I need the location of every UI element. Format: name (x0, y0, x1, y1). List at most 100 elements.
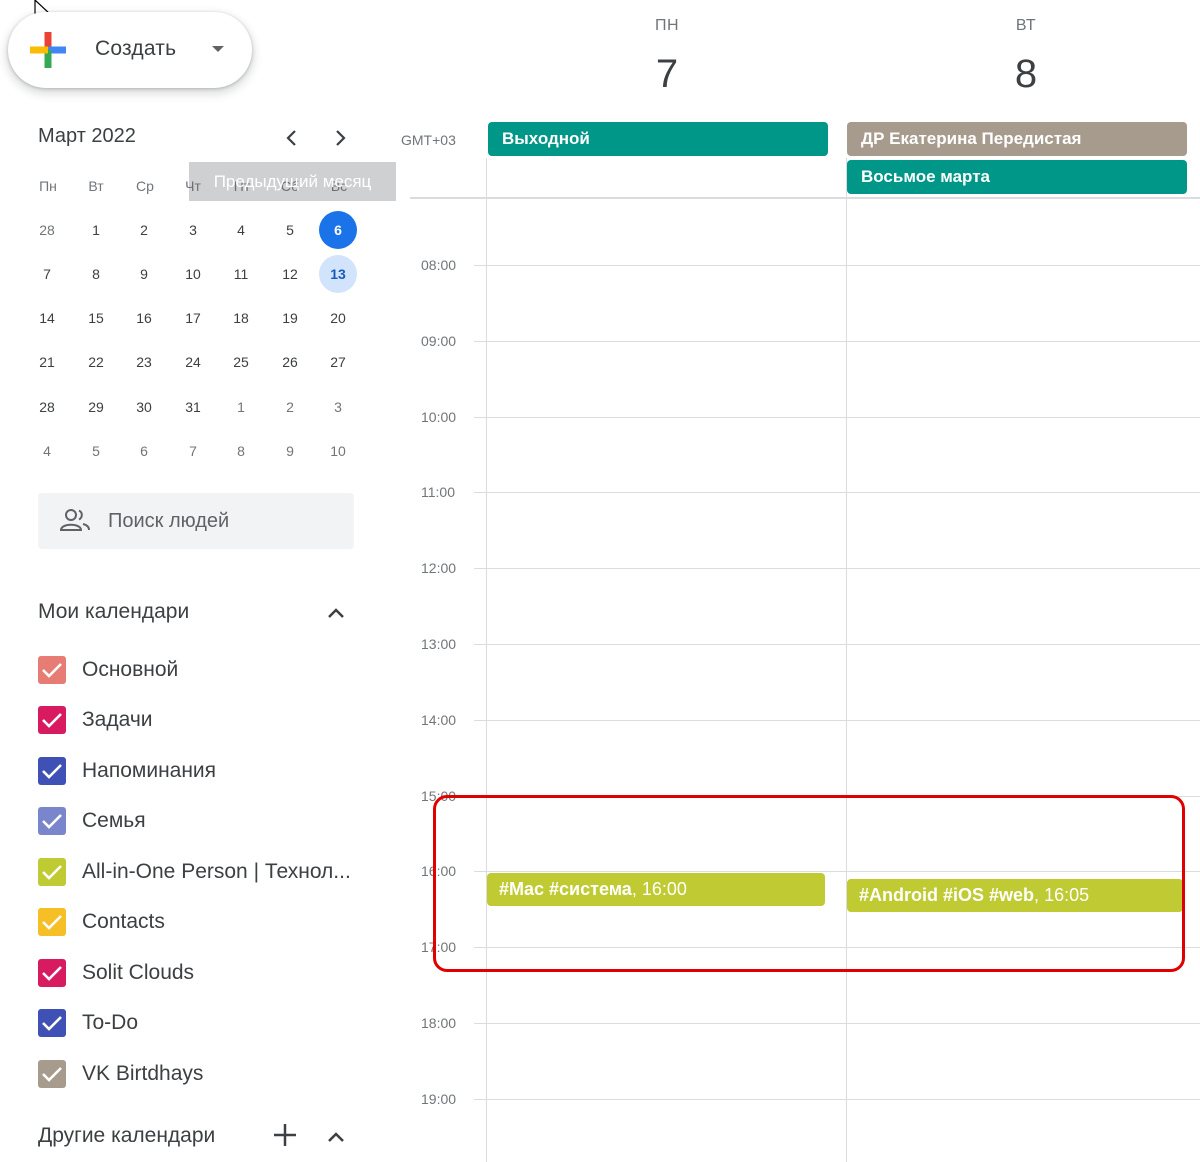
calendar-checkbox[interactable] (38, 706, 66, 734)
next-month-button[interactable] (326, 124, 354, 152)
mini-calendar-day[interactable]: 1 (77, 211, 115, 249)
calendar-list-item[interactable]: Напоминания (38, 751, 368, 791)
mini-calendar-day[interactable]: 26 (271, 343, 309, 381)
hour-gridline (474, 265, 1200, 266)
all-day-separator (410, 197, 1200, 199)
calendar-checkbox[interactable] (38, 908, 66, 936)
hour-label: 16:00 (421, 863, 459, 879)
hour-label: 17:00 (421, 939, 459, 955)
mini-calendar-day[interactable]: 7 (174, 432, 212, 470)
calendar-checkbox[interactable] (38, 1009, 66, 1037)
calendar-list-item[interactable]: Solit Clouds (38, 953, 368, 993)
mini-calendar-day[interactable]: 7 (28, 255, 66, 293)
calendar-label: To-Do (82, 1011, 139, 1034)
create-button[interactable]: Создать (8, 12, 252, 88)
checkmark-icon (42, 1067, 62, 1082)
mini-calendar-day[interactable]: 13 (319, 255, 357, 293)
calendar-list-item[interactable]: To-Do (38, 1003, 368, 1043)
mini-calendar-day[interactable]: 11 (222, 255, 260, 293)
timed-event[interactable]: #Mac #система, 16:00 (487, 873, 825, 906)
search-people-field[interactable]: Поиск людей (38, 493, 354, 549)
calendar-list-item[interactable]: VK Birtdhays (38, 1054, 368, 1094)
hour-label: 10:00 (421, 409, 459, 425)
calendar-checkbox[interactable] (38, 858, 66, 886)
mini-calendar-day[interactable]: 31 (174, 388, 212, 426)
day-header-number[interactable]: 8 (996, 52, 1056, 97)
all-day-event[interactable]: Восьмое марта (847, 160, 1187, 194)
mini-calendar-day[interactable]: 20 (319, 299, 357, 337)
mini-calendar-day[interactable]: 6 (319, 211, 357, 249)
event-separator: , (631, 879, 642, 899)
calendar-list-item[interactable]: Задачи (38, 700, 368, 740)
calendar-checkbox[interactable] (38, 807, 66, 835)
calendar-checkbox[interactable] (38, 1060, 66, 1088)
mini-calendar-day[interactable]: 18 (222, 299, 260, 337)
mini-calendar-day[interactable]: 9 (271, 432, 309, 470)
chevron-up-icon[interactable] (324, 601, 348, 625)
mini-calendar-day[interactable]: 16 (125, 299, 163, 337)
hour-gridline (474, 417, 1200, 418)
checkmark-icon (42, 713, 62, 728)
mini-calendar-day[interactable]: 5 (77, 432, 115, 470)
mini-calendar-day[interactable]: 27 (319, 343, 357, 381)
day-header-number[interactable]: 7 (637, 52, 697, 97)
mini-calendar-day[interactable]: 25 (222, 343, 260, 381)
mini-calendar-day[interactable]: 15 (77, 299, 115, 337)
all-day-event[interactable]: ДР Екатерина Передистая (847, 122, 1187, 156)
mini-calendar-day[interactable]: 10 (319, 432, 357, 470)
mini-calendar-day[interactable]: 5 (271, 211, 309, 249)
hour-label: 11:00 (421, 484, 457, 500)
hour-gridline (474, 947, 1200, 948)
mini-calendar-day[interactable]: 12 (271, 255, 309, 293)
mini-calendar-day[interactable]: 21 (28, 343, 66, 381)
all-day-event-title: ДР Екатерина Передистая (861, 129, 1082, 148)
hour-label: 15:00 (421, 788, 459, 804)
mini-calendar-day[interactable]: 8 (222, 432, 260, 470)
hour-gridline (474, 796, 1200, 797)
mini-calendar-day[interactable]: 28 (28, 388, 66, 426)
mini-calendar-day[interactable]: 3 (174, 211, 212, 249)
add-calendar-plus-icon[interactable] (272, 1122, 298, 1148)
event-title: #Android #iOS #web (859, 885, 1035, 905)
mini-calendar-day[interactable]: 6 (125, 432, 163, 470)
checkmark-icon (42, 764, 62, 779)
calendar-list-item[interactable]: Основной (38, 650, 368, 690)
hour-gridline (474, 341, 1200, 342)
mini-calendar-day[interactable]: 3 (319, 388, 357, 426)
plus-icon (30, 32, 66, 68)
mini-calendar-day[interactable]: 14 (28, 299, 66, 337)
calendar-label: Напоминания (82, 759, 217, 782)
mini-calendar-day[interactable]: 4 (222, 211, 260, 249)
calendar-list-item[interactable]: All-in-One Person | Технол... (38, 852, 368, 892)
previous-month-button[interactable] (278, 124, 306, 152)
event-time: 16:00 (641, 879, 687, 899)
all-day-event[interactable]: Выходной (488, 122, 828, 156)
mini-calendar-day[interactable]: 17 (174, 299, 212, 337)
calendar-list-item[interactable]: Семья (38, 801, 368, 841)
mini-calendar-day[interactable]: 2 (125, 211, 163, 249)
mini-calendar-day[interactable]: 2 (271, 388, 309, 426)
timezone-label: GMT+03 (401, 132, 456, 148)
calendar-checkbox[interactable] (38, 959, 66, 987)
mini-calendar-title: Март 2022 (38, 125, 136, 147)
mini-calendar-day[interactable]: 1 (222, 388, 260, 426)
chevron-right-icon (336, 130, 346, 146)
mini-calendar-day[interactable]: 24 (174, 343, 212, 381)
mini-calendar-day[interactable]: 8 (77, 255, 115, 293)
create-button-label: Создать (95, 37, 177, 60)
mini-calendar-day[interactable]: 23 (125, 343, 163, 381)
mini-calendar-day[interactable]: 28 (28, 211, 66, 249)
chevron-up-icon[interactable] (324, 1125, 348, 1149)
calendar-label: Основной (82, 658, 179, 681)
calendar-checkbox[interactable] (38, 757, 66, 785)
mini-calendar-day[interactable]: 29 (77, 388, 115, 426)
mini-calendar-day[interactable]: 30 (125, 388, 163, 426)
mini-calendar-day[interactable]: 22 (77, 343, 115, 381)
calendar-list-item[interactable]: Contacts (38, 902, 368, 942)
mini-calendar-day[interactable]: 4 (28, 432, 66, 470)
calendar-checkbox[interactable] (38, 656, 66, 684)
mini-calendar-day[interactable]: 19 (271, 299, 309, 337)
mini-calendar-day[interactable]: 9 (125, 255, 163, 293)
mini-calendar-day[interactable]: 10 (174, 255, 212, 293)
timed-event[interactable]: #Android #iOS #web, 16:05 (847, 879, 1183, 912)
